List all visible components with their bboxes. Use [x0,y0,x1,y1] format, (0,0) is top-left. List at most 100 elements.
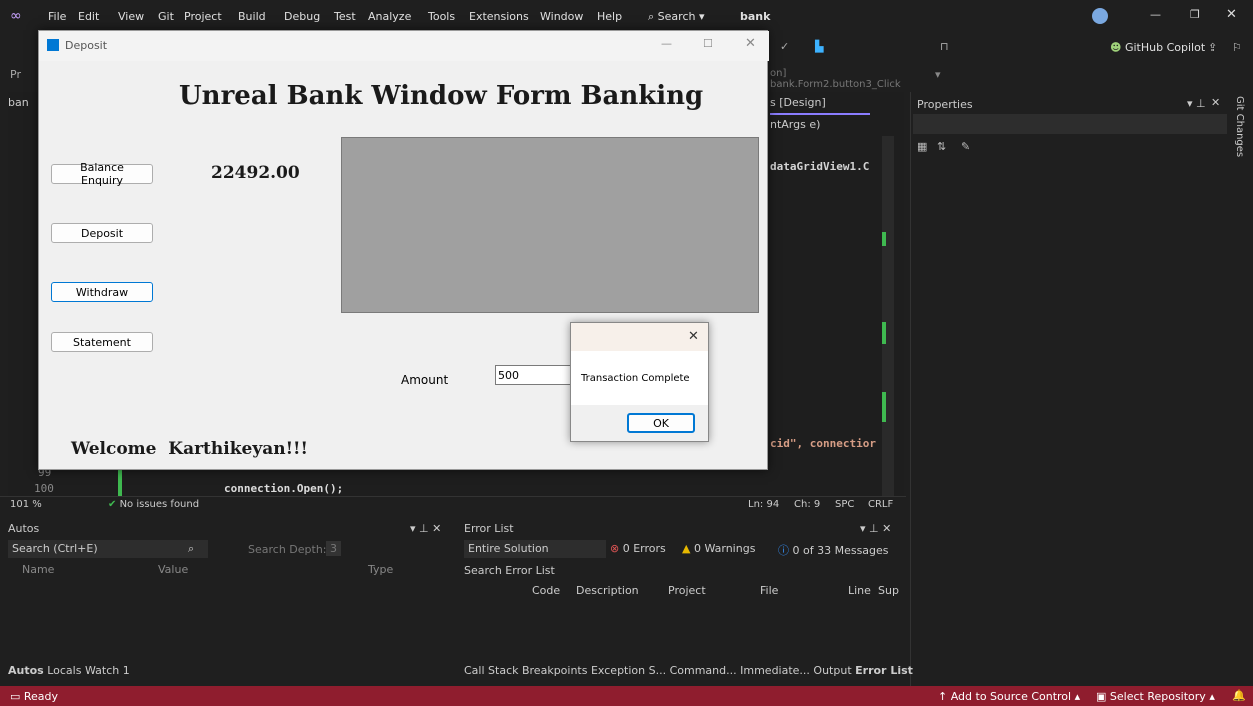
pin-icon[interactable]: ▾ ⊥ [1187,97,1206,110]
feedback-icon[interactable]: ⚐ [1232,41,1242,54]
menubar: ∞ File Edit View Git Project Build Debug… [0,0,1253,34]
line-indicator: Ln: 94 [748,499,780,510]
autos-tabs: Autos Locals Watch 1 [8,664,130,677]
column-description: Description [576,584,639,597]
scope-dropdown[interactable]: Entire Solution [464,540,606,558]
balance-enquiry-button[interactable]: Balance Enquiry [51,161,153,187]
withdraw-button[interactable]: Withdraw [51,282,153,302]
vertical-scrollbar[interactable] [882,136,894,496]
statement-button[interactable]: Statement [51,332,153,352]
balance-value: 22492.00 [211,163,300,183]
menu-edit[interactable]: Edit [78,10,99,23]
column-suppression: Sup [878,584,899,597]
nav-chevron-icon[interactable]: ▾ [935,68,941,81]
tab-locals[interactable]: Locals [47,664,81,677]
properties-panel: Properties ▾ ⊥ ✕ ▦ ⇅ ✎ [910,92,1228,686]
account-avatar[interactable] [1092,8,1108,24]
pin-icon[interactable]: ▾ ⊥ ✕ [410,522,441,535]
close-icon[interactable]: ✕ [1211,96,1220,109]
vs-logo-icon[interactable]: ∞ [10,8,28,24]
copilot-button[interactable]: ☻ GitHub Copilot [1110,41,1205,54]
editor-tab-fragment[interactable]: ban [8,96,29,109]
minimize-icon[interactable]: — [1150,8,1161,21]
column-indicator: Ch: 9 [794,499,821,510]
tab-breakpoints[interactable]: Breakpoints [522,664,588,677]
share-icon[interactable]: ⇪ [1208,41,1217,54]
ready-label: Ready [23,690,59,703]
properties-title: Properties [917,98,973,111]
pin-icon[interactable]: ▾ ⊥ ✕ [860,522,891,535]
error-icon: ⊗ [610,542,623,555]
select-repository[interactable]: ▣ Select Repository ▴ [1096,690,1215,703]
comment-icon[interactable]: ▙ [815,40,823,53]
errors-count: 0 Errors [622,542,666,555]
navigation-dropdown[interactable]: on] bank.Form2.button3_Click [770,68,910,90]
categorized-icon[interactable]: ▦ [917,140,927,153]
tab-form-design[interactable]: s [Design] [770,96,870,115]
messages-filter[interactable]: ⓘ 0 of 33 Messages [778,542,889,558]
issues-status[interactable]: ✔ No issues found [108,499,199,510]
restore-icon[interactable]: ❐ [1190,8,1200,21]
autos-search-box[interactable]: Search (Ctrl+E) [8,540,208,558]
deposit-button[interactable]: Deposit [51,223,153,243]
error-search[interactable]: Search Error List [464,564,555,577]
copilot-icon: ☻ [1110,41,1125,54]
member-dropdown[interactable]: ntArgs e) [770,118,820,131]
errors-filter[interactable]: ⊗ 0 Errors [610,542,666,555]
zoom-level[interactable]: 101 % [10,499,42,510]
spell-check-icon[interactable]: ✓ [780,40,789,53]
git-changes-tab[interactable]: Git Changes [1230,92,1253,686]
editor-status-bar: 101 % ✔ No issues found Ln: 94 Ch: 9 SPC… [0,496,906,512]
search-icon[interactable]: ⌕ [188,542,194,556]
ready-status: ▭ Ready [10,690,58,703]
tab-output[interactable]: Output [813,664,851,677]
line-number: 100 [34,482,54,495]
tab-autos[interactable]: Autos [8,664,44,677]
menu-extensions[interactable]: Extensions [469,10,529,23]
menu-file[interactable]: File [48,10,66,23]
menu-tools[interactable]: Tools [428,10,455,23]
whitespace-indicator[interactable]: SPC [835,499,854,510]
error-list-title: Error List [464,522,514,535]
message-box-titlebar[interactable]: ✕ [571,323,708,351]
menu-git[interactable]: Git [158,10,174,23]
menu-window[interactable]: Window [540,10,583,23]
warnings-filter[interactable]: ▲ 0 Warnings [682,542,755,555]
tab-error-list[interactable]: Error List [855,664,913,677]
transactions-grid[interactable] [341,137,759,313]
amount-label: Amount [401,373,449,387]
menu-test[interactable]: Test [334,10,356,23]
add-source-label: Add to Source Control [950,690,1072,703]
tab-watch[interactable]: Watch 1 [85,664,130,677]
tab-call-stack[interactable]: Call Stack [464,664,518,677]
arrow-up-icon: ↑ [938,690,951,703]
close-icon[interactable]: ✕ [1226,7,1237,22]
close-icon[interactable]: ✕ [688,329,699,344]
message-text: Transaction Complete [581,373,690,384]
bookmark-icon[interactable]: ⊓ [940,40,949,53]
tab-immediate[interactable]: Immediate... [740,664,810,677]
object-selector[interactable] [913,114,1227,134]
deposit-titlebar[interactable]: Deposit — ☐ ✕ [39,31,769,61]
column-file: File [760,584,779,597]
tab-command[interactable]: Command... [670,664,737,677]
tab-exception-settings[interactable]: Exception S... [591,664,666,677]
add-source-control[interactable]: ↑ Add to Source Control ▴ [938,690,1080,703]
search-depth-value[interactable]: 3 [326,541,341,556]
ok-button[interactable]: OK [627,413,695,433]
alphabetical-icon[interactable]: ⇅ [937,140,946,153]
menu-project[interactable]: Project [184,10,222,23]
maximize-icon[interactable]: ☐ [703,37,713,50]
minimize-icon[interactable]: — [661,37,672,50]
scope-label: Entire Solution [468,542,549,555]
menu-analyze[interactable]: Analyze [368,10,411,23]
menu-help[interactable]: Help [597,10,622,23]
search-box[interactable]: ⌕ Search ▾ [648,7,720,27]
line-ending-indicator[interactable]: CRLF [868,499,893,510]
menu-debug[interactable]: Debug [284,10,320,23]
close-icon[interactable]: ✕ [745,36,756,51]
menu-view[interactable]: View [118,10,144,23]
notification-icon[interactable]: 🔔 [1232,689,1246,702]
menu-build[interactable]: Build [238,10,266,23]
wrench-icon[interactable]: ✎ [961,140,970,153]
